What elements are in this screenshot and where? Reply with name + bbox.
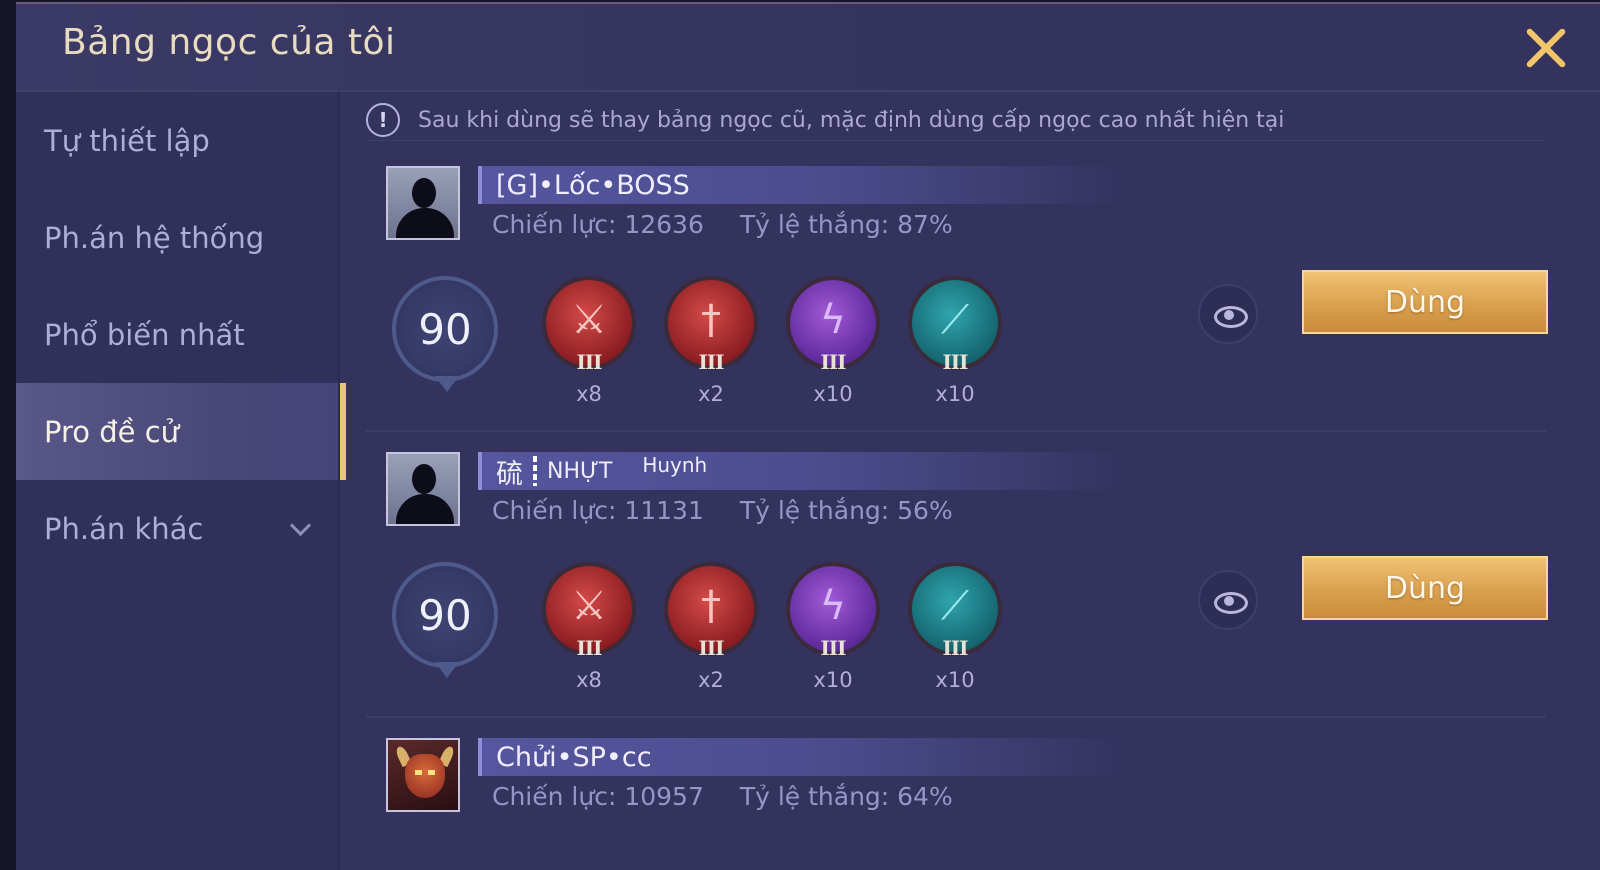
gem-tier: III [820, 636, 846, 660]
notice-bar: ! Sau khi dùng sẽ thay bảng ngọc cũ, mặc… [366, 100, 1546, 141]
player-name-prefix: 硫 [496, 458, 523, 490]
player-name-bar: 硫 NHỰT Huynh [478, 452, 1128, 490]
pro-rune-card: 硫 NHỰT Huynh Chiến lực: 11131 Tỷ lệ thắn… [366, 452, 1548, 722]
gem-count: x8 [576, 668, 602, 692]
teal-blade-gem-icon[interactable]: ⟋ III x10 [908, 276, 1002, 406]
gem-count: x8 [576, 382, 602, 406]
info-icon: ! [366, 103, 400, 137]
chevron-down-icon [289, 514, 312, 537]
sidebar-item-custom[interactable]: Tự thiết lập [16, 92, 338, 189]
purple-lightning-gem-icon[interactable]: ϟ III x10 [786, 562, 880, 692]
player-name-bar: Chửi•SP•cc [478, 738, 1128, 776]
preview-eye-icon[interactable] [1198, 284, 1258, 344]
rune-level: 90 [418, 304, 472, 354]
winrate-stat: Tỷ lệ thắng: 56% [739, 496, 953, 525]
gem-count: x2 [698, 382, 724, 406]
teal-blade-gem-icon[interactable]: ⟋ III x10 [908, 562, 1002, 692]
player-name: Chửi•SP•cc [496, 741, 652, 773]
gem-count: x2 [698, 668, 724, 692]
winrate-stat: Tỷ lệ thắng: 87% [739, 210, 953, 239]
notice-text: Sau khi dùng sẽ thay bảng ngọc cũ, mặc đ… [418, 107, 1285, 133]
gem-tier: III [576, 350, 602, 374]
avatar[interactable] [386, 166, 460, 240]
player-name: NHỰT [547, 458, 613, 484]
rune-level-badge: 90 [392, 276, 502, 394]
player-stats: Chiến lực: 12636 Tỷ lệ thắng: 87% [492, 210, 953, 239]
red-sword-gem-icon[interactable]: ⚔ III x8 [542, 562, 636, 692]
purple-lightning-gem-icon[interactable]: ϟ III x10 [786, 276, 880, 406]
sidebar-item-label: Phổ biến nhất [44, 317, 245, 352]
sidebar-item-label: Ph.án hệ thống [44, 220, 265, 255]
player-name-suffix: Huynh [642, 453, 708, 477]
gem-tier: III [820, 350, 846, 374]
power-stat: Chiến lực: 11131 [492, 496, 704, 525]
red-dagger-gem-icon[interactable]: † III x2 [664, 562, 758, 692]
gem-count: x10 [935, 382, 975, 406]
avatar[interactable] [386, 738, 460, 812]
name-divider [533, 456, 537, 486]
rune-level-badge: 90 [392, 562, 502, 680]
winrate-stat: Tỷ lệ thắng: 64% [739, 782, 953, 811]
sidebar-item-label: Ph.án khác [44, 511, 204, 546]
gem-count: x10 [813, 668, 853, 692]
sidebar-item-popular[interactable]: Phổ biến nhất [16, 286, 338, 383]
gem-tier: III [942, 350, 968, 374]
gem-tier: III [942, 636, 968, 660]
gem-tier: III [576, 636, 602, 660]
gem-count: x10 [935, 668, 975, 692]
avatar[interactable] [386, 452, 460, 526]
red-sword-gem-icon[interactable]: ⚔ III x8 [542, 276, 636, 406]
sidebar-item-pro[interactable]: Pro đề cử [16, 383, 346, 480]
power-stat: Chiến lực: 12636 [492, 210, 704, 239]
use-button[interactable]: Dùng [1302, 270, 1548, 334]
use-button[interactable]: Dùng [1302, 556, 1548, 620]
dialog-header: Bảng ngọc của tôi [16, 4, 1600, 92]
player-stats: Chiến lực: 10957 Tỷ lệ thắng: 64% [492, 782, 953, 811]
pro-rune-card: [G]•Lốc•BOSS Chiến lực: 12636 Tỷ lệ thắn… [366, 166, 1548, 436]
player-name: [G]•Lốc•BOSS [496, 169, 690, 201]
gem-count: x10 [813, 382, 853, 406]
rune-level: 90 [418, 590, 472, 640]
sidebar-item-system[interactable]: Ph.án hệ thống [16, 189, 338, 286]
gem-tier: III [698, 636, 724, 660]
gem-tier: III [698, 350, 724, 374]
close-icon[interactable] [1522, 24, 1570, 72]
pro-rune-card: Chửi•SP•cc Chiến lực: 10957 Tỷ lệ thắng:… [366, 738, 1546, 858]
sidebar-item-other[interactable]: Ph.án khác [16, 480, 338, 577]
player-name-bar: [G]•Lốc•BOSS [478, 166, 1128, 204]
rune-page-dialog: Bảng ngọc của tôi Tự thiết lập Ph.án hệ … [16, 2, 1600, 870]
dialog-title: Bảng ngọc của tôi [62, 22, 396, 63]
sidebar-item-label: Pro đề cử [44, 414, 180, 449]
sidebar-item-label: Tự thiết lập [44, 123, 210, 158]
red-dagger-gem-icon[interactable]: † III x2 [664, 276, 758, 406]
player-stats: Chiến lực: 11131 Tỷ lệ thắng: 56% [492, 496, 953, 525]
power-stat: Chiến lực: 10957 [492, 782, 704, 811]
sidebar: Tự thiết lập Ph.án hệ thống Phổ biến nhấ… [16, 92, 346, 870]
preview-eye-icon[interactable] [1198, 570, 1258, 630]
